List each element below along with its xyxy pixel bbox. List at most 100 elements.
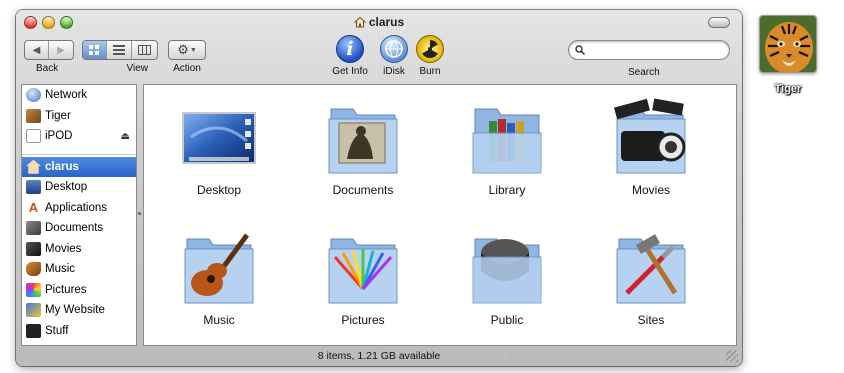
sidebar-item-movies[interactable]: Movies [22,239,136,260]
search-icon [575,45,585,55]
eject-icon[interactable]: ⏏ [121,131,130,142]
burn-icon [416,35,444,63]
sidebar-item-label: Desktop [45,181,88,194]
sidebar-item-my-website[interactable]: My Website [22,300,136,321]
sidebar-item-desktop[interactable]: Desktop [22,177,136,198]
item-label: Library [488,183,526,197]
item-label: Public [490,313,524,327]
info-icon: i [336,35,364,63]
sidebar-item-label: Documents [45,222,104,235]
status-bar: 8 items, 1.21 GB available [317,350,441,362]
tiger-drive-icon [759,15,817,73]
window-title-text: clarus [368,15,405,29]
sidebar-item-stuff[interactable]: Stuff [22,321,136,342]
music-icon [26,262,41,277]
item-label: Documents [332,183,394,197]
burn-button[interactable]: Burn [414,35,446,77]
action-button[interactable]: ⚙ ▼ [168,40,206,60]
sidebar-item-pictures[interactable]: Pictures [22,280,136,301]
sidebar-item-ipod[interactable]: iPOD ⏏ [22,126,136,147]
sidebar-item-label: Tiger [45,109,71,122]
desktop-drive-tiger[interactable]: Tiger [757,15,819,103]
icon-view-icon [89,44,100,55]
sidebar-item-clarus[interactable]: clarus [22,156,136,177]
sidebar-item-label: Applications [45,201,108,214]
library-folder-icon [469,97,545,177]
sidebar: Network Tiger iPOD ⏏ clarus Desktop A Ap… [21,84,137,346]
back-label: Back [36,63,59,74]
sidebar-item-label: Pictures [45,283,87,296]
stuff-icon [26,323,41,338]
get-info-button[interactable]: i Get Info [328,35,372,77]
forward-button[interactable]: ▶ [49,41,73,59]
sidebar-item-label: iPOD [45,130,73,143]
burn-label: Burn [419,66,441,77]
search-field[interactable] [568,40,730,60]
column-view-button[interactable] [132,41,157,59]
item-documents[interactable]: Documents [293,97,433,197]
back-forward-group: ◀ ▶ Back [24,40,74,74]
item-desktop[interactable]: Desktop [149,97,289,197]
globe-icon [26,88,41,103]
item-label: Pictures [341,313,385,327]
chevron-down-icon: ▼ [189,46,197,54]
back-button[interactable]: ◀ [25,41,50,59]
column-view-icon [137,45,151,55]
ipod-icon [26,129,41,144]
action-label: Action [173,63,201,74]
get-info-label: Get Info [332,66,368,77]
documents-folder-icon [325,97,401,177]
item-label: Music [203,313,235,327]
sidebar-item-tiger[interactable]: Tiger [22,106,136,127]
item-sites[interactable]: Sites [581,227,721,327]
idisk-button[interactable]: iDisk [378,35,410,77]
item-library[interactable]: Library [437,97,577,197]
finder-window: clarus ◀ ▶ Back View ⚙ ▼ Action i Get In… [16,10,742,366]
applications-icon: A [28,199,39,215]
window-title: clarus [16,15,742,29]
toolbar-toggle-button[interactable] [708,17,730,28]
website-icon [26,303,41,318]
sidebar-item-music[interactable]: Music [22,259,136,280]
sidebar-item-label: Music [45,263,76,276]
list-view-button[interactable] [107,41,132,59]
gear-icon: ⚙ [177,42,189,57]
item-label: Sites [637,313,665,327]
documents-icon [26,221,41,236]
idisk-icon [380,35,408,63]
action-group: ⚙ ▼ Action [168,40,206,74]
desktop-folder-icon [181,97,257,177]
item-movies[interactable]: Movies [581,97,721,197]
item-label: Desktop [196,183,242,197]
item-public[interactable]: Public [437,227,577,327]
item-pictures[interactable]: Pictures [293,227,433,327]
sidebar-item-label: clarus [45,160,79,173]
icon-view-button[interactable] [83,41,108,59]
search-label: Search [628,67,660,78]
public-folder-icon [469,227,545,307]
list-view-icon [113,45,126,55]
desktop-drive-label: Tiger [774,83,802,95]
sidebar-item-label: Stuff [45,324,69,337]
home-icon [353,16,366,28]
forward-arrow-icon: ▶ [57,44,65,56]
sidebar-item-network[interactable]: Network [22,85,136,106]
resize-grip[interactable] [726,350,738,362]
sidebar-item-label: Network [45,89,88,102]
item-music[interactable]: Music [149,227,289,327]
icon-view-content: Desktop Documents Library Movies Music P… [143,84,737,346]
desktop-icon [26,180,41,195]
back-arrow-icon: ◀ [32,44,41,56]
sidebar-item-label: My Website [45,304,105,317]
music-folder-icon [181,227,257,307]
pictures-icon [26,282,41,297]
home-icon [26,159,41,174]
hard-drive-icon [26,108,41,123]
view-group: View [82,40,158,74]
item-label: Movies [631,183,670,197]
sidebar-item-applications[interactable]: A Applications [22,198,136,219]
sidebar-item-documents[interactable]: Documents [22,218,136,239]
sites-folder-icon [613,227,689,307]
pictures-folder-icon [325,227,401,307]
sidebar-item-label: Movies [45,242,82,255]
